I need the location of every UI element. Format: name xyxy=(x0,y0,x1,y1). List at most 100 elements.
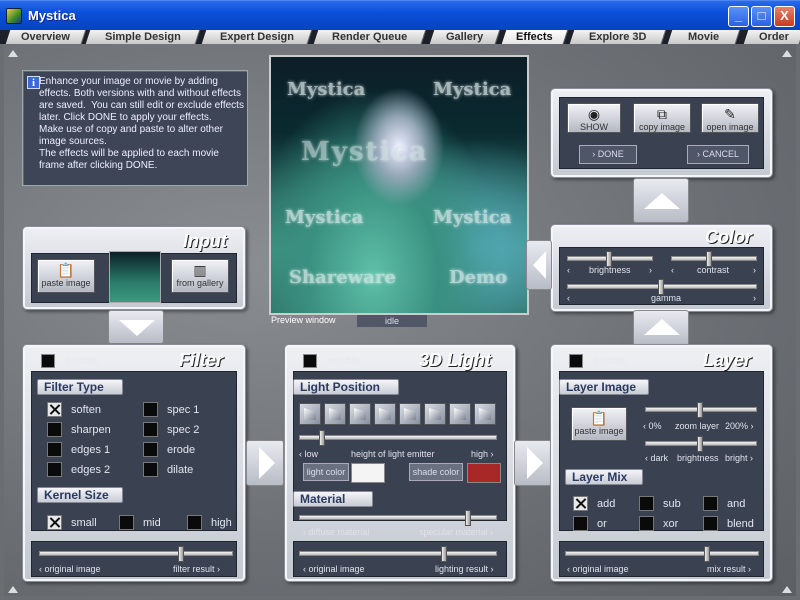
slider-knob[interactable] xyxy=(441,546,447,562)
light-mix-right-label: lighting result › xyxy=(435,564,494,574)
layer-brightness-slider[interactable] xyxy=(645,436,757,452)
paste-icon: 📋 xyxy=(57,262,75,278)
light-color-button[interactable]: light color xyxy=(303,463,349,481)
paste-image-button[interactable]: 📋 paste image xyxy=(37,259,95,293)
light-height-slider[interactable] xyxy=(299,430,497,446)
spec1-label: spec 1 xyxy=(167,404,200,416)
tab-simple-design[interactable]: Simple Design xyxy=(85,30,201,44)
sharpen-checkbox[interactable] xyxy=(47,422,62,437)
light-enable-checkbox[interactable] xyxy=(303,354,317,368)
spec1-checkbox[interactable] xyxy=(143,402,158,417)
erode-checkbox[interactable] xyxy=(143,442,158,457)
layer-mix-header: Layer Mix xyxy=(565,469,643,485)
mix-or-checkbox[interactable] xyxy=(573,516,588,531)
up-arrow-connector-2 xyxy=(633,310,689,346)
kernel-high-checkbox[interactable] xyxy=(187,515,202,530)
kernel-mid-checkbox[interactable] xyxy=(119,515,134,530)
preview-status: idle xyxy=(357,315,427,327)
light-pos-1-button[interactable] xyxy=(299,403,321,425)
brightness-min-label: ‹ xyxy=(567,265,570,275)
soften-checkbox[interactable] xyxy=(47,402,62,417)
close-button[interactable]: X xyxy=(774,6,795,27)
corner-marker-icon xyxy=(782,586,792,593)
layer-enable-checkbox[interactable] xyxy=(569,354,583,368)
mix-sub-checkbox[interactable] xyxy=(639,496,654,511)
mix-sub-label: sub xyxy=(663,498,681,510)
show-button[interactable]: ◉ SHOW xyxy=(567,103,621,133)
edges1-checkbox[interactable] xyxy=(47,442,62,457)
material-slider[interactable] xyxy=(299,510,497,526)
tab-explore-3d[interactable]: Explore 3D xyxy=(569,30,667,44)
layer-title: Layer xyxy=(703,350,752,370)
soften-label: soften xyxy=(71,404,101,416)
filter-mix-slider[interactable] xyxy=(39,546,233,562)
slider-knob[interactable] xyxy=(704,546,710,562)
input-thumbnail xyxy=(109,251,161,303)
light-pos-2-button[interactable] xyxy=(324,403,346,425)
tab-render-queue[interactable]: Render Queue xyxy=(313,30,427,44)
gamma-slider[interactable] xyxy=(567,279,757,295)
open-image-button[interactable]: ✎ open image xyxy=(701,103,759,133)
layer-mix-slider[interactable] xyxy=(565,546,759,562)
color-title: Color xyxy=(705,227,752,247)
tab-movie[interactable]: Movie xyxy=(667,30,741,44)
light-title: 3D Light xyxy=(419,350,491,370)
slider-knob[interactable] xyxy=(465,510,472,526)
light-pos-7-button[interactable] xyxy=(449,403,471,425)
filter-enable-checkbox[interactable] xyxy=(41,354,55,368)
kernel-small-checkbox[interactable] xyxy=(47,515,62,530)
contrast-slider[interactable] xyxy=(671,251,757,267)
light-pos-8-button[interactable] xyxy=(474,403,496,425)
shade-color-swatch[interactable] xyxy=(467,463,501,483)
maximize-button[interactable]: □ xyxy=(751,6,772,27)
gallery-icon: ▥ xyxy=(193,262,207,278)
spec2-checkbox[interactable] xyxy=(143,422,158,437)
done-button[interactable]: › DONE xyxy=(579,145,637,164)
copy-image-button[interactable]: ⧉ copy image xyxy=(633,103,691,133)
tab-expert-design[interactable]: Expert Design xyxy=(201,30,313,44)
light-color-swatch[interactable] xyxy=(351,463,385,483)
kernel-high-label: high xyxy=(211,517,232,529)
shade-color-button[interactable]: shade color xyxy=(409,463,463,481)
app-icon xyxy=(6,8,22,24)
mix-and-checkbox[interactable] xyxy=(703,496,718,511)
light-pos-4-button[interactable] xyxy=(374,403,396,425)
zoom-layer-slider[interactable] xyxy=(645,402,757,418)
tab-gallery[interactable]: Gallery xyxy=(429,30,501,44)
brightness-slider[interactable] xyxy=(567,251,653,267)
slider-knob[interactable] xyxy=(697,402,703,418)
light-pos-5-button[interactable] xyxy=(399,403,421,425)
light-pos-6-button[interactable] xyxy=(424,403,446,425)
light-height-label: height of light emitter xyxy=(351,449,435,459)
watermark: Mystica xyxy=(287,79,366,100)
tab-overview[interactable]: Overview xyxy=(5,30,87,44)
from-gallery-button[interactable]: ▥ from gallery xyxy=(171,259,229,293)
info-text: Enhance your image or movie by adding ef… xyxy=(39,76,244,171)
mix-blend-checkbox[interactable] xyxy=(703,516,718,531)
slider-knob[interactable] xyxy=(178,546,184,562)
slider-knob[interactable] xyxy=(318,430,325,446)
edges2-checkbox[interactable] xyxy=(47,462,62,477)
slider-knob[interactable] xyxy=(697,436,703,452)
tab-order[interactable]: Order xyxy=(743,30,800,44)
arrow-down-icon xyxy=(119,320,155,336)
sharpen-label: sharpen xyxy=(71,424,111,436)
mix-add-checkbox[interactable] xyxy=(573,496,588,511)
cancel-button[interactable]: › CANCEL xyxy=(687,145,749,164)
light-enable-label: enable xyxy=(327,355,361,367)
layer-paste-image-button[interactable]: 📋 paste image xyxy=(571,407,627,441)
light-pos-3-button[interactable] xyxy=(349,403,371,425)
minimize-button[interactable]: _ xyxy=(728,6,749,27)
tab-effects[interactable]: Effects xyxy=(501,30,569,44)
brightness-max-label: › xyxy=(649,265,652,275)
filter-panel: enable Filter Filter Type soften spec 1 … xyxy=(22,344,246,582)
paste-icon: 📋 xyxy=(590,410,608,426)
preview-label: Preview window xyxy=(271,315,336,325)
filter-mix-right-label: filter result › xyxy=(173,564,221,574)
up-arrow-connector xyxy=(633,178,689,223)
light-mix-slider[interactable] xyxy=(299,546,497,562)
mix-xor-checkbox[interactable] xyxy=(639,516,654,531)
preview-window[interactable]: Mystica Mystica Mystica Mystica Mystica … xyxy=(269,55,529,315)
light-low-label: ‹ low xyxy=(299,449,319,459)
dilate-checkbox[interactable] xyxy=(143,462,158,477)
